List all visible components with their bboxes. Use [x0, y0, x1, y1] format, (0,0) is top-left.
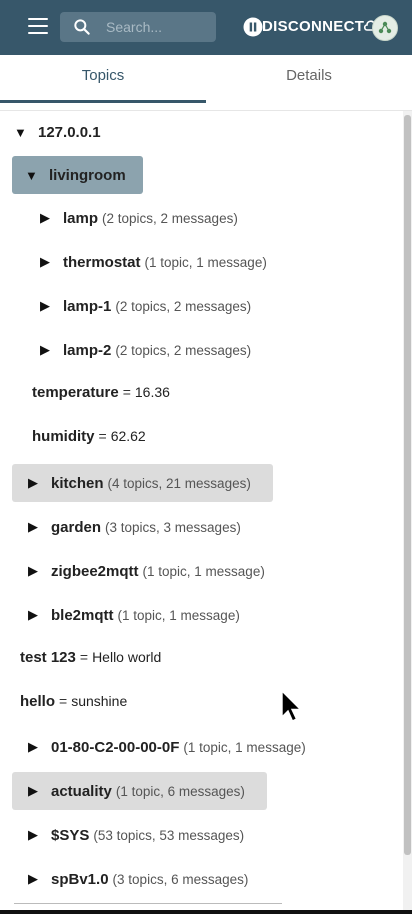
topic-tree: ▼ 127.0.0.1 ▼ livingroom ▶ lamp (2 topic… [0, 111, 402, 914]
node-name: lamp [63, 209, 99, 227]
node-name: 01-80-C2-00-00-0F [51, 738, 180, 756]
node-meta: (1 topic, 6 messages) [115, 783, 245, 799]
node-meta: (1 topic, 1 message) [117, 607, 240, 623]
node-name: thermostat [63, 253, 141, 271]
node-name: kitchen [51, 474, 104, 492]
disconnect-button[interactable]: DISCONNECT [262, 18, 364, 35]
node-meta: (4 topics, 21 messages) [107, 475, 251, 491]
expanded-icon: ▼ [14, 124, 27, 140]
expanded-icon: ▼ [25, 167, 38, 183]
tree-node-sys[interactable]: ▶ $SYS (53 topics, 53 messages) [27, 816, 244, 854]
avatar-icon [378, 21, 392, 34]
search-icon [74, 19, 90, 35]
node-name: spBv1.0 [51, 870, 109, 888]
value-text: 16.36 [134, 384, 170, 400]
tree-node-lamp-2[interactable]: ▶ lamp-2 (2 topics, 2 messages) [39, 331, 251, 369]
tree-node-actuality[interactable]: ▶ actuality (1 topic, 6 messages) [12, 772, 267, 810]
menu-icon[interactable] [28, 18, 48, 34]
tree-node-livingroom[interactable]: ▼ livingroom [12, 156, 143, 194]
equals-sign: = [59, 693, 68, 709]
equals-sign: = [122, 384, 131, 400]
collapsed-icon: ▶ [28, 871, 38, 886]
collapsed-icon: ▶ [28, 739, 38, 754]
scrollbar-thumb[interactable] [404, 115, 411, 855]
collapsed-icon: ▶ [28, 563, 38, 578]
node-name: garden [51, 518, 102, 536]
value-name: test 123 [20, 648, 76, 666]
tab-bar: Topics Details [0, 55, 412, 111]
tree-node-01-80-c2-00-00-0f[interactable]: ▶ 01-80-C2-00-00-0F (1 topic, 1 message) [27, 728, 306, 766]
node-name: 127.0.0.1 [38, 123, 101, 141]
node-meta: (1 topic, 1 message) [183, 739, 306, 755]
collapsed-icon: ▶ [28, 827, 38, 842]
collapsed-icon: ▶ [28, 783, 38, 798]
tree-value-humidity[interactable]: humidity = 62.62 [32, 417, 146, 455]
collapsed-icon: ▶ [28, 519, 38, 534]
node-name: $SYS [51, 826, 90, 844]
node-meta: (2 topics, 2 messages) [115, 342, 252, 358]
collapsed-icon: ▶ [28, 475, 38, 490]
value-name: hello [20, 692, 56, 710]
tab-indicator [0, 100, 206, 103]
node-name: actuality [51, 782, 112, 800]
node-meta: (1 topic, 1 message) [142, 563, 265, 579]
node-name: ble2mqtt [51, 606, 114, 624]
tree-value-test-123[interactable]: test 123 = Hello world [20, 638, 161, 676]
value-name: humidity [32, 427, 95, 445]
tree-node-garden[interactable]: ▶ garden (3 topics, 3 messages) [27, 508, 241, 546]
tree-node-kitchen[interactable]: ▶ kitchen (4 topics, 21 messages) [12, 464, 273, 502]
tree-node-lamp-1[interactable]: ▶ lamp-1 (2 topics, 2 messages) [39, 287, 251, 325]
tree-node-spbv1-0[interactable]: ▶ spBv1.0 (3 topics, 6 messages) [27, 860, 248, 898]
node-meta: (2 topics, 2 messages) [102, 210, 238, 226]
value-name: temperature [32, 383, 119, 401]
node-meta: (3 topics, 3 messages) [105, 519, 241, 535]
app-bar: DISCONNECT [0, 0, 412, 55]
equals-sign: = [79, 649, 89, 665]
collapsed-icon: ▶ [40, 210, 50, 225]
tree-node-ble2mqtt[interactable]: ▶ ble2mqtt (1 topic, 1 message) [27, 596, 240, 634]
equals-sign: = [98, 428, 107, 444]
node-meta: (3 topics, 6 messages) [112, 871, 249, 887]
node-name: zigbee2mqtt [51, 562, 139, 580]
mouse-cursor-icon [281, 690, 303, 722]
search-box[interactable] [60, 12, 216, 42]
tree-value-hello[interactable]: hello = sunshine [20, 682, 127, 720]
tab-details[interactable]: Details [206, 55, 412, 107]
node-meta: (1 topic, 1 message) [144, 254, 267, 270]
value-text: 62.62 [110, 428, 146, 444]
tree-value-temperature[interactable]: temperature = 16.36 [32, 373, 170, 411]
collapsed-icon: ▶ [40, 342, 50, 357]
tree-scrollbar[interactable] [403, 111, 412, 914]
tree-node-thermostat[interactable]: ▶ thermostat (1 topic, 1 message) [39, 243, 267, 281]
tree-node-lamp[interactable]: ▶ lamp (2 topics, 2 messages) [39, 199, 238, 237]
value-text: sunshine [71, 693, 128, 709]
pause-icon[interactable] [243, 17, 263, 37]
avatar[interactable] [372, 15, 398, 41]
divider [14, 903, 282, 904]
node-name: lamp-1 [63, 297, 112, 315]
tree-node-root[interactable]: ▼ 127.0.0.1 [14, 113, 101, 151]
node-meta: (2 topics, 2 messages) [115, 298, 252, 314]
node-name: lamp-2 [63, 341, 112, 359]
collapsed-icon: ▶ [40, 298, 50, 313]
collapsed-icon: ▶ [40, 254, 50, 269]
node-name: livingroom [49, 166, 126, 184]
node-meta: (53 topics, 53 messages) [93, 827, 245, 843]
bottom-edge [0, 910, 412, 914]
value-text: Hello world [92, 649, 162, 665]
search-input[interactable] [106, 12, 210, 42]
tree-node-zigbee2mqtt[interactable]: ▶ zigbee2mqtt (1 topic, 1 message) [27, 552, 265, 590]
collapsed-icon: ▶ [28, 607, 38, 622]
